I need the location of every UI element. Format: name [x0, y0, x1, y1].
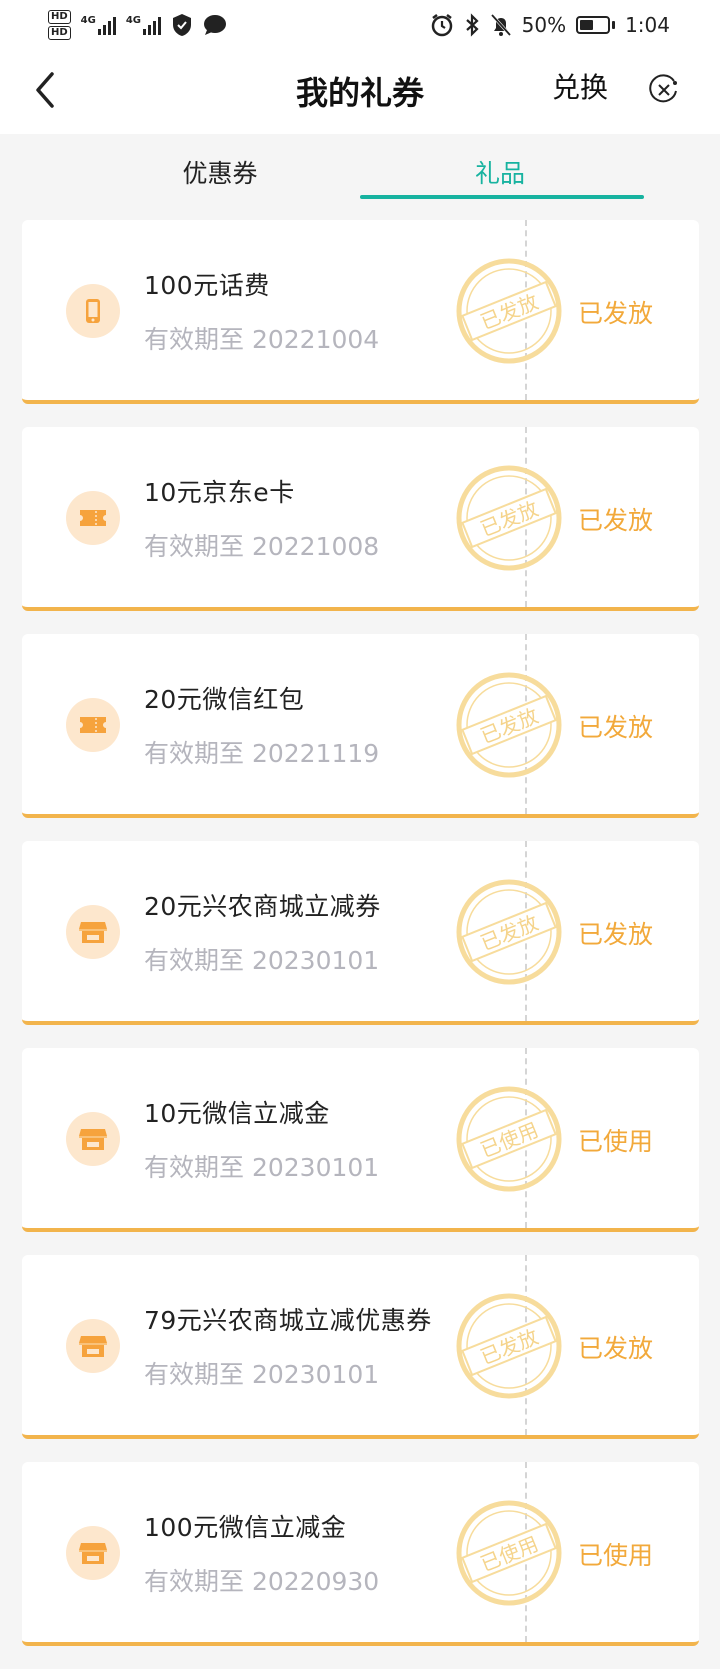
network-type-2: 4G — [125, 15, 142, 26]
gift-icon-badge — [66, 698, 120, 752]
clock-time: 1:04 — [625, 13, 670, 37]
gift-card-5[interactable]: 10元微信立减金 有效期至 20230101 已使用 已使用 — [22, 1048, 699, 1232]
shop-icon — [79, 922, 107, 943]
tab-coupons[interactable]: 优惠券 — [80, 154, 360, 190]
gift-expiry: 有效期至 20230101 — [144, 1360, 380, 1389]
gift-name: 100元微信立减金 — [144, 1513, 347, 1542]
close-mini-program-icon — [649, 74, 677, 103]
gift-expiry: 有效期至 20221008 — [144, 532, 380, 561]
gift-name: 20元微信红包 — [144, 685, 305, 714]
gift-icon-badge — [66, 1526, 120, 1580]
active-tab-indicator — [360, 195, 644, 199]
shop-icon — [79, 1129, 107, 1150]
gift-status: 已发放 — [578, 506, 654, 535]
tab-bar: 优惠券 礼品 — [0, 134, 720, 202]
gift-card-4[interactable]: 20元兴农商城立减券 有效期至 20230101 已发放 已发放 — [22, 841, 699, 1025]
gift-expiry: 有效期至 20230101 — [144, 946, 380, 975]
shop-icon — [79, 1543, 107, 1564]
gift-icon-badge — [66, 905, 120, 959]
stamp-icon: 已发放 — [456, 879, 562, 985]
status-bar: HD HD 4G 4G 50% 1:04 — [0, 0, 720, 50]
gift-status: 已使用 — [578, 1127, 654, 1156]
hd-badge-1: HD — [48, 10, 71, 24]
close-mini-program-button[interactable] — [648, 74, 680, 106]
gift-expiry: 有效期至 20221119 — [144, 739, 380, 768]
gift-status: 已发放 — [578, 713, 654, 742]
gift-expiry: 有效期至 20220930 — [144, 1567, 380, 1596]
stamp-icon: 已使用 — [456, 1500, 562, 1606]
gift-name: 79元兴农商城立减优惠券 — [144, 1306, 432, 1335]
navigation-bar: 我的礼券 兑换 — [0, 50, 720, 134]
gift-status: 已发放 — [578, 299, 654, 328]
battery-icon — [576, 16, 616, 34]
redeem-button[interactable]: 兑换 — [552, 66, 608, 106]
phone-icon — [86, 299, 100, 323]
gift-card-6[interactable]: 79元兴农商城立减优惠券 有效期至 20230101 已发放 已发放 — [22, 1255, 699, 1439]
gift-list: 100元话费 有效期至 20221004 已发放 已发放 10元京东e卡 有效期… — [22, 220, 699, 1669]
gift-status: 已发放 — [578, 920, 654, 949]
gift-icon-badge — [66, 284, 120, 338]
shop-icon — [79, 1336, 107, 1357]
status-bar-left: HD HD 4G 4G — [48, 10, 227, 40]
ticket-icon — [80, 510, 106, 526]
chat-icon — [204, 15, 227, 35]
gift-card-3[interactable]: 20元微信红包 有效期至 20221119 已发放 已发放 — [22, 634, 699, 818]
gift-name: 100元话费 — [144, 271, 270, 300]
stamp-icon: 已使用 — [456, 1086, 562, 1192]
status-bar-right: 50% 1:04 — [430, 13, 670, 37]
mute-icon — [490, 13, 511, 37]
alarm-icon — [431, 14, 452, 37]
hd-badges: HD HD — [48, 10, 71, 40]
gift-name: 10元微信立减金 — [144, 1099, 330, 1128]
shield-icon — [173, 14, 192, 36]
gift-name: 10元京东e卡 — [144, 478, 295, 507]
gift-card-7[interactable]: 100元微信立减金 有效期至 20220930 已使用 已使用 — [22, 1462, 699, 1646]
gift-icon-badge — [66, 1112, 120, 1166]
stamp-icon: 已发放 — [456, 258, 562, 364]
gift-expiry: 有效期至 20230101 — [144, 1153, 380, 1182]
page-title: 我的礼券 — [295, 74, 424, 112]
stamp-icon: 已发放 — [456, 465, 562, 571]
gift-status: 已发放 — [578, 1334, 654, 1363]
gift-icon-badge — [66, 491, 120, 545]
battery-percent: 50% — [521, 13, 567, 37]
stamp-icon: 已发放 — [456, 1293, 562, 1399]
bluetooth-icon — [465, 13, 479, 37]
ticket-icon — [80, 717, 106, 733]
hd-badge-2: HD — [48, 26, 71, 40]
stamp-icon: 已发放 — [456, 672, 562, 778]
gift-icon-badge — [66, 1319, 120, 1373]
gift-name: 20元兴农商城立减券 — [144, 892, 381, 921]
signal-icon-sim1: 4G — [81, 15, 116, 35]
signal-icon-sim2: 4G — [125, 15, 162, 35]
gift-expiry: 有效期至 20221004 — [144, 325, 380, 354]
gift-status: 已使用 — [578, 1541, 654, 1570]
tab-gifts[interactable]: 礼品 — [360, 154, 640, 190]
gift-card-1[interactable]: 100元话费 有效期至 20221004 已发放 已发放 — [22, 220, 699, 404]
gift-card-2[interactable]: 10元京东e卡 有效期至 20221008 已发放 已发放 — [22, 427, 699, 611]
network-type-1: 4G — [80, 15, 96, 26]
